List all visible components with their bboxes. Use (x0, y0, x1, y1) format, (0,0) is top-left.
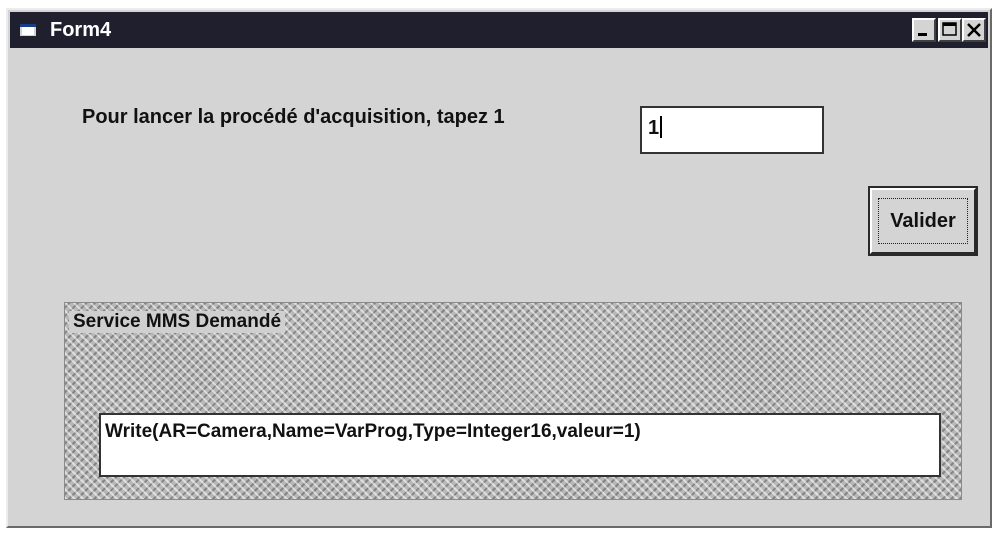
window-title: Form4 (50, 19, 112, 41)
minimize-icon (918, 33, 927, 36)
acquisition-prompt-label: Pour lancer la procédé d'acquisition, ta… (82, 106, 505, 128)
close-icon (967, 23, 981, 37)
acquisition-input[interactable]: 1 (640, 106, 824, 154)
app-icon (20, 22, 38, 38)
validate-button-label: Valider (890, 209, 956, 232)
close-button[interactable] (962, 18, 986, 42)
maximize-icon (942, 22, 957, 36)
title-bar[interactable]: Form4 (10, 12, 988, 48)
group-title: Service MMS Demandé (69, 311, 286, 333)
validate-button[interactable]: Valider (868, 186, 978, 256)
service-mms-field[interactable]: Write(AR=Camera,Name=VarProg,Type=Intege… (99, 413, 941, 477)
maximize-button[interactable] (938, 18, 962, 42)
acquisition-input-value: 1 (648, 117, 660, 139)
form-window: Form4 Pour lancer la procédé d'acquisiti… (6, 8, 992, 528)
text-caret (660, 116, 663, 138)
minimize-button[interactable] (912, 18, 936, 42)
service-mms-group: Service MMS Demandé Write(AR=Camera,Name… (64, 302, 962, 500)
